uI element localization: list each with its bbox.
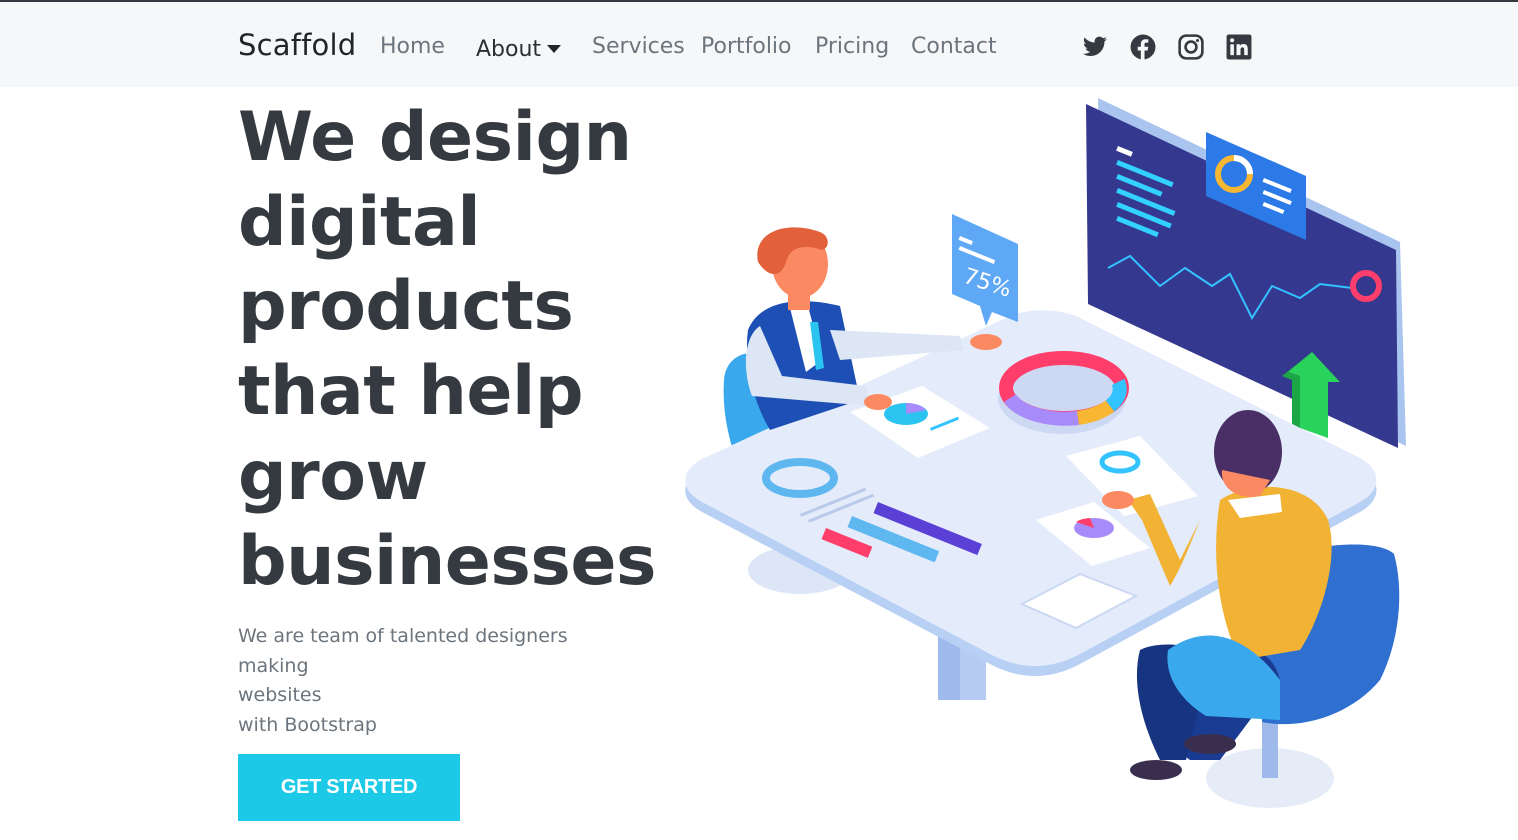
twitter-icon[interactable] <box>1082 34 1108 60</box>
hero-title-line: products <box>238 267 574 347</box>
nav-pricing[interactable]: Pricing <box>815 34 889 59</box>
hero-subtitle: We are team of talented designers making… <box>238 622 618 740</box>
hero-subtitle-line: We are team of talented designers making <box>238 625 568 677</box>
hero-subtitle-line: with Bootstrap <box>238 713 377 736</box>
hero-title: We design digital products that help gro… <box>238 96 658 604</box>
hero-illustration: 75% <box>685 98 1406 808</box>
facebook-icon[interactable] <box>1130 34 1156 60</box>
hero-title-line: We design <box>238 98 632 177</box>
hero-subtitle-line: websites <box>238 684 322 706</box>
instagram-icon[interactable] <box>1178 34 1204 60</box>
nav-contact[interactable]: Contact <box>911 34 997 59</box>
linkedin-icon[interactable] <box>1226 34 1252 60</box>
brand-logo[interactable]: Scaffold <box>238 28 356 62</box>
caret-down-icon <box>547 44 562 53</box>
get-started-button[interactable]: GET STARTED <box>238 754 460 821</box>
nav-about-label: About <box>476 37 542 62</box>
nav-services[interactable]: Services <box>592 34 685 59</box>
hero-title-line: businesses <box>238 521 656 601</box>
percent-bubble: 75% <box>952 214 1018 326</box>
nav-portfolio[interactable]: Portfolio <box>701 34 792 59</box>
navbar: Scaffold Home About Services Portfolio P… <box>0 2 1518 87</box>
nav-home[interactable]: Home <box>380 34 445 59</box>
hero-title-line: digital <box>238 182 481 262</box>
nav-about-dropdown[interactable]: About <box>476 37 562 62</box>
hero-title-line: grow <box>238 436 428 516</box>
hero-title-line: that help <box>238 352 584 432</box>
